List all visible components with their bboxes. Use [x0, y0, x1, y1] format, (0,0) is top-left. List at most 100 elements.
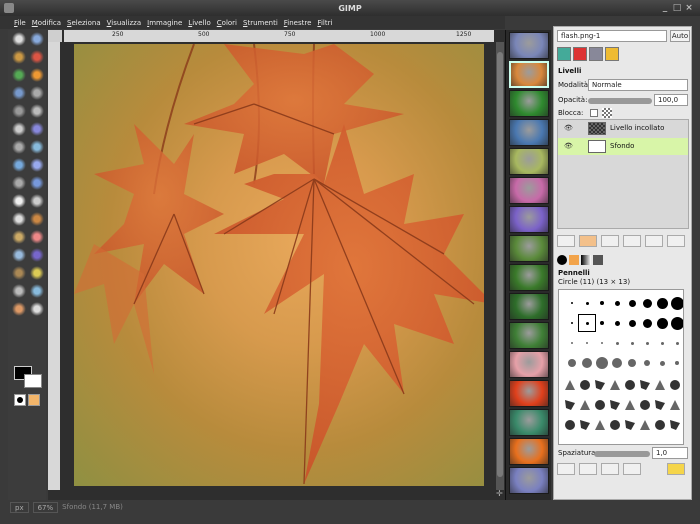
new-brush-icon[interactable]	[579, 463, 597, 475]
heal-icon[interactable]	[30, 266, 44, 280]
paths-tab-icon[interactable]	[589, 47, 603, 61]
eraser-icon[interactable]	[30, 230, 44, 244]
brush-swatch[interactable]	[612, 358, 622, 368]
brush-swatch[interactable]	[595, 380, 605, 390]
brush-swatch[interactable]	[675, 341, 679, 345]
maximize-icon[interactable]: □	[672, 3, 682, 13]
ink-icon[interactable]	[30, 248, 44, 262]
spacing-slider[interactable]	[594, 451, 650, 457]
layer-row[interactable]: 👁 Sfondo	[558, 138, 688, 155]
gradients-tab-icon[interactable]	[581, 255, 591, 265]
brush-swatch[interactable]	[614, 300, 620, 306]
brush-swatch[interactable]	[580, 400, 590, 410]
duplicate-layer-icon[interactable]	[623, 235, 641, 247]
image-select[interactable]: flash.png-1	[557, 30, 667, 42]
background-color-swatch[interactable]	[24, 374, 42, 388]
zoom-select[interactable]: 67%	[32, 501, 59, 513]
brush-swatch[interactable]	[600, 301, 604, 305]
brush-swatch[interactable]	[655, 380, 665, 390]
brush-swatch[interactable]	[642, 318, 652, 328]
delete-brush-icon[interactable]	[623, 463, 641, 475]
move-icon[interactable]	[12, 122, 26, 136]
brush-swatch[interactable]	[670, 316, 683, 330]
image-thumbnail[interactable]	[509, 119, 549, 146]
image-thumbnail[interactable]	[509, 322, 549, 349]
channels-tab-icon[interactable]	[573, 47, 587, 61]
color-select-icon[interactable]	[12, 68, 26, 82]
brush-swatch[interactable]	[645, 341, 649, 345]
menu-colori[interactable]: Colori	[217, 19, 237, 27]
smudge-icon[interactable]	[12, 302, 26, 316]
brush-swatch[interactable]	[655, 420, 665, 430]
image-thumbnail[interactable]	[509, 351, 549, 378]
image-thumbnail[interactable]	[509, 32, 549, 59]
brush-swatch[interactable]	[610, 420, 620, 430]
brush-swatch[interactable]	[628, 299, 636, 307]
palettes-tab-icon[interactable]	[593, 255, 603, 265]
perspective-icon[interactable]	[12, 176, 26, 190]
zoom-icon[interactable]	[12, 104, 26, 118]
brush-swatch[interactable]	[595, 420, 605, 430]
rotate-icon[interactable]	[30, 140, 44, 154]
brush-swatch[interactable]	[656, 317, 668, 329]
scrollbar-thumb[interactable]	[497, 52, 503, 477]
brush-swatch[interactable]	[659, 360, 665, 366]
brush-swatch[interactable]	[675, 361, 679, 365]
opacity-slider[interactable]	[588, 98, 652, 104]
rect-select-icon[interactable]	[12, 32, 26, 46]
brush-swatch[interactable]	[642, 298, 652, 308]
scale-icon[interactable]	[12, 158, 26, 172]
image-thumbnail[interactable]	[509, 467, 549, 494]
units-select[interactable]: px	[10, 501, 29, 513]
brush-swatch[interactable]	[571, 322, 573, 324]
blur-icon[interactable]	[30, 284, 44, 298]
brush-swatch[interactable]	[580, 380, 590, 390]
color-picker-icon[interactable]	[30, 86, 44, 100]
brush-swatch[interactable]	[568, 359, 576, 367]
image-thumbnail[interactable]	[509, 409, 549, 436]
measure-icon[interactable]	[30, 104, 44, 118]
brush-icon[interactable]	[12, 230, 26, 244]
new-layer-icon[interactable]	[557, 235, 575, 247]
brush-swatch[interactable]	[640, 400, 650, 410]
crop-icon[interactable]	[12, 140, 26, 154]
alpha-lock-icon[interactable]	[602, 108, 612, 118]
brush-swatch[interactable]	[615, 341, 619, 345]
brush-swatch[interactable]	[640, 420, 650, 430]
ruler-corner[interactable]	[48, 30, 62, 42]
flip-icon[interactable]	[30, 176, 44, 190]
image-thumbnail[interactable]	[509, 206, 549, 233]
brush-swatch[interactable]	[595, 400, 605, 410]
brush-preview-icon[interactable]	[14, 394, 26, 406]
brush-swatch[interactable]	[586, 342, 588, 344]
brush-swatch[interactable]	[628, 359, 636, 367]
brush-swatch[interactable]	[625, 400, 635, 410]
undo-tab-icon[interactable]	[605, 47, 619, 61]
image-thumbnail[interactable]	[509, 264, 549, 291]
wand-icon[interactable]	[30, 50, 44, 64]
brush-swatch[interactable]	[628, 319, 636, 327]
brush-swatch[interactable]	[596, 357, 608, 369]
menu-seleziona[interactable]: Seleziona	[67, 19, 101, 27]
brush-swatch[interactable]	[585, 301, 589, 305]
brush-swatch[interactable]	[571, 342, 573, 344]
patterns-tab-icon[interactable]	[569, 255, 579, 265]
brush-swatch[interactable]	[625, 380, 635, 390]
shear-icon[interactable]	[30, 158, 44, 172]
refresh-brushes-icon[interactable]	[667, 463, 685, 475]
bucket-icon[interactable]	[30, 194, 44, 208]
brush-swatch[interactable]	[644, 360, 650, 366]
gradient-icon[interactable]	[12, 212, 26, 226]
lock-checkbox[interactable]	[590, 109, 598, 117]
brush-swatch[interactable]	[565, 420, 575, 430]
brush-swatch[interactable]	[656, 297, 668, 309]
lasso-icon[interactable]	[12, 50, 26, 64]
brushes-grid[interactable]	[558, 289, 684, 445]
fg-bg-color-widget[interactable]	[14, 366, 42, 390]
vertical-scrollbar[interactable]	[496, 42, 504, 490]
brush-swatch[interactable]	[660, 341, 664, 345]
brush-swatch[interactable]	[571, 302, 573, 304]
pattern-preview-icon[interactable]	[28, 394, 40, 406]
auto-button[interactable]: Auto	[670, 30, 690, 42]
ellipse-select-icon[interactable]	[30, 32, 44, 46]
